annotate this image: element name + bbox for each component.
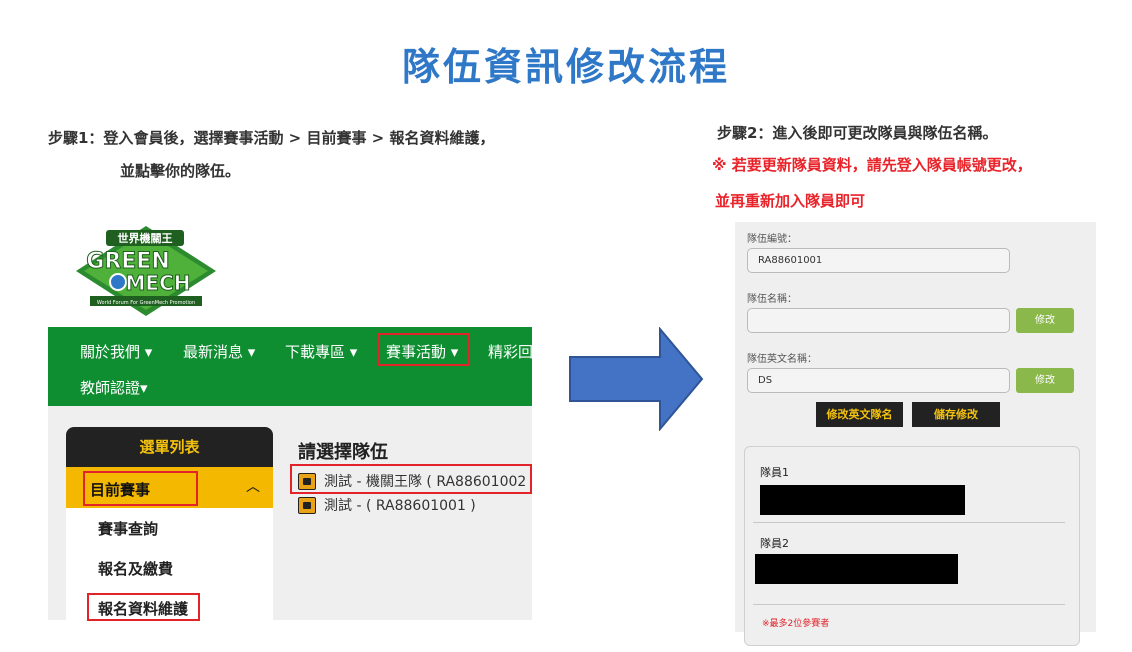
team-name-label: 隊伍名稱： bbox=[747, 294, 797, 305]
team-highlight-box bbox=[290, 464, 532, 494]
logo-tagline: World Forum For GreenMech Promotion bbox=[97, 300, 195, 306]
pointing-hand-icon bbox=[298, 496, 316, 514]
menu-header: 選單列表 bbox=[66, 427, 273, 467]
team-item-2-label: 測試 - ( RA88601001 ) bbox=[324, 498, 476, 514]
step2-instruction: 步驟2：進入後即可更改隊員與隊伍名稱。 bbox=[717, 124, 998, 142]
step1-instruction-cont: 並點擊你的隊伍。 bbox=[120, 162, 241, 180]
edit-en-name-button[interactable]: 修改英文隊名 bbox=[816, 402, 903, 427]
warning-note-cont: 並再重新加入隊員即可 bbox=[715, 192, 866, 210]
team-name-field[interactable] bbox=[747, 308, 1010, 333]
page-title: 隊伍資訊修改流程 bbox=[401, 45, 730, 89]
save-button[interactable]: 儲存修改 bbox=[912, 402, 1000, 427]
nav-item-news[interactable]: 最新消息 ▾ bbox=[183, 341, 255, 362]
registration-maintenance-highlight-box bbox=[87, 593, 200, 621]
edit-team-en-name-button[interactable]: 修改 bbox=[1016, 368, 1074, 393]
greenmech-logo: 世界機關王 GREEN MECH World Forum For GreenMe… bbox=[76, 226, 216, 316]
nav-item-about[interactable]: 關於我們 ▾ bbox=[80, 341, 152, 362]
current-events-highlight-box bbox=[83, 471, 198, 506]
member2-redacted bbox=[755, 554, 958, 584]
events-highlight-box bbox=[378, 333, 470, 366]
nav-item-teacher-cert[interactable]: 教師認證▾ bbox=[80, 377, 148, 398]
submenu-item-registration[interactable]: 報名及繳費 bbox=[98, 558, 173, 579]
divider bbox=[753, 522, 1065, 523]
submenu-item-event-query[interactable]: 賽事查詢 bbox=[98, 518, 158, 539]
member1-redacted bbox=[760, 485, 965, 515]
nav-item-highlights[interactable]: 精彩回 bbox=[488, 341, 532, 362]
edit-team-name-button[interactable]: 修改 bbox=[1016, 308, 1074, 333]
step1-instruction: 步驟1：登入會員後，選擇賽事活動 > 目前賽事 > 報名資料維護， bbox=[48, 129, 495, 147]
team-no-label: 隊伍編號： bbox=[747, 234, 797, 245]
nav-item-downloads[interactable]: 下載專區 ▾ bbox=[285, 341, 357, 362]
select-team-title: 請選擇隊伍 bbox=[298, 442, 388, 463]
chevron-up-icon[interactable]: ︿ bbox=[246, 476, 260, 496]
member1-label: 隊員1 bbox=[760, 466, 789, 479]
logo-line2: MECH bbox=[126, 271, 191, 295]
team-en-name-label: 隊伍英文名稱： bbox=[747, 354, 817, 365]
max-members-note: ※最多2位參賽者 bbox=[762, 619, 830, 629]
team-en-name-field[interactable]: DS bbox=[747, 368, 1010, 393]
divider bbox=[753, 604, 1065, 605]
member2-label: 隊員2 bbox=[760, 537, 789, 550]
team-no-field[interactable]: RA88601001 bbox=[747, 248, 1010, 273]
team-item-2[interactable]: 測試 - ( RA88601001 ) bbox=[298, 495, 476, 515]
logo-top-text: 世界機關王 bbox=[118, 231, 173, 245]
arrow-right-icon bbox=[569, 327, 704, 431]
warning-note: ※ 若要更新隊員資料，請先登入隊員帳號更改， bbox=[712, 156, 1032, 174]
